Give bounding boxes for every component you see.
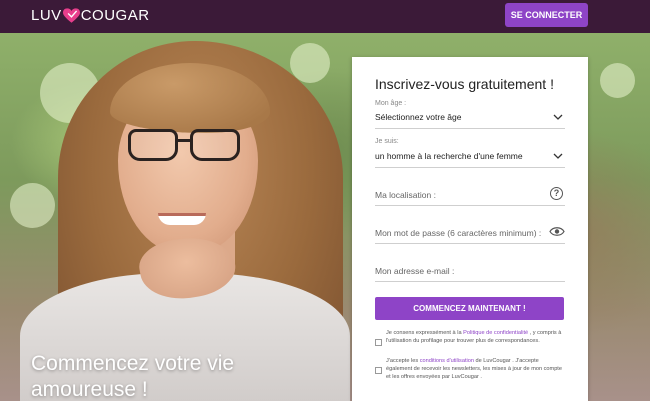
privacy-consent-before: Je consens expressément à la	[386, 330, 464, 336]
eye-icon[interactable]	[549, 226, 565, 237]
location-input[interactable]: Ma localisation :	[375, 190, 436, 200]
password-input[interactable]: Mon mot de passe (6 caractères minimum) …	[375, 228, 541, 238]
terms-link[interactable]: conditions d'utilisation	[420, 358, 474, 364]
terms-consent: J'accepte les conditions d'utilisation d…	[375, 357, 565, 381]
submit-button[interactable]: COMMENCEZ MAINTENANT !	[375, 297, 564, 320]
signup-form: Inscrivez-vous gratuitement ! Mon âge : …	[352, 57, 588, 401]
hero-headline: Commencez votre vie amoureuse !	[31, 351, 234, 401]
logo-text-left: LUV	[31, 7, 62, 24]
iam-label: Je suis:	[375, 138, 399, 145]
chevron-down-icon	[553, 114, 563, 120]
age-label: Mon âge :	[375, 100, 407, 107]
iam-select-value: un homme à la recherche d'une femme	[375, 151, 523, 161]
smile	[158, 213, 206, 225]
email-underline	[375, 281, 565, 282]
logo[interactable]: LUV COUGAR	[31, 7, 150, 24]
privacy-policy-link[interactable]: Politique de confidentialité	[463, 330, 528, 336]
iam-underline	[375, 167, 565, 168]
background-bokeh	[10, 183, 55, 228]
terms-checkbox[interactable]	[375, 367, 382, 374]
privacy-consent-text: Je consens expressément à la Politique d…	[386, 329, 565, 346]
logo-text-right: COUGAR	[80, 7, 150, 24]
age-select-value: Sélectionnez votre âge	[375, 112, 462, 122]
hero-headline-line2: amoureuse !	[31, 378, 148, 401]
privacy-consent: Je consens expressément à la Politique d…	[375, 329, 565, 346]
login-button[interactable]: SE CONNECTER	[505, 3, 588, 27]
terms-consent-before: J'accepte les	[386, 358, 420, 364]
top-header: LUV COUGAR SE CONNECTER	[0, 0, 650, 33]
background-bokeh	[600, 63, 635, 98]
privacy-checkbox[interactable]	[375, 339, 382, 346]
terms-consent-text: J'accepte les conditions d'utilisation d…	[386, 357, 565, 381]
glasses-bridge	[178, 139, 190, 142]
left-lens	[128, 129, 178, 161]
password-underline	[375, 243, 565, 244]
email-input[interactable]: Mon adresse e-mail :	[375, 266, 454, 276]
form-title: Inscrivez-vous gratuitement !	[375, 76, 554, 92]
help-icon[interactable]: ?	[550, 187, 563, 200]
heart-logo-icon	[62, 7, 80, 23]
glasses	[128, 129, 242, 165]
chevron-down-icon	[553, 153, 563, 159]
age-underline	[375, 128, 565, 129]
location-underline	[375, 205, 565, 206]
right-lens	[190, 129, 240, 161]
hero-headline-line1: Commencez votre vie	[31, 352, 235, 375]
